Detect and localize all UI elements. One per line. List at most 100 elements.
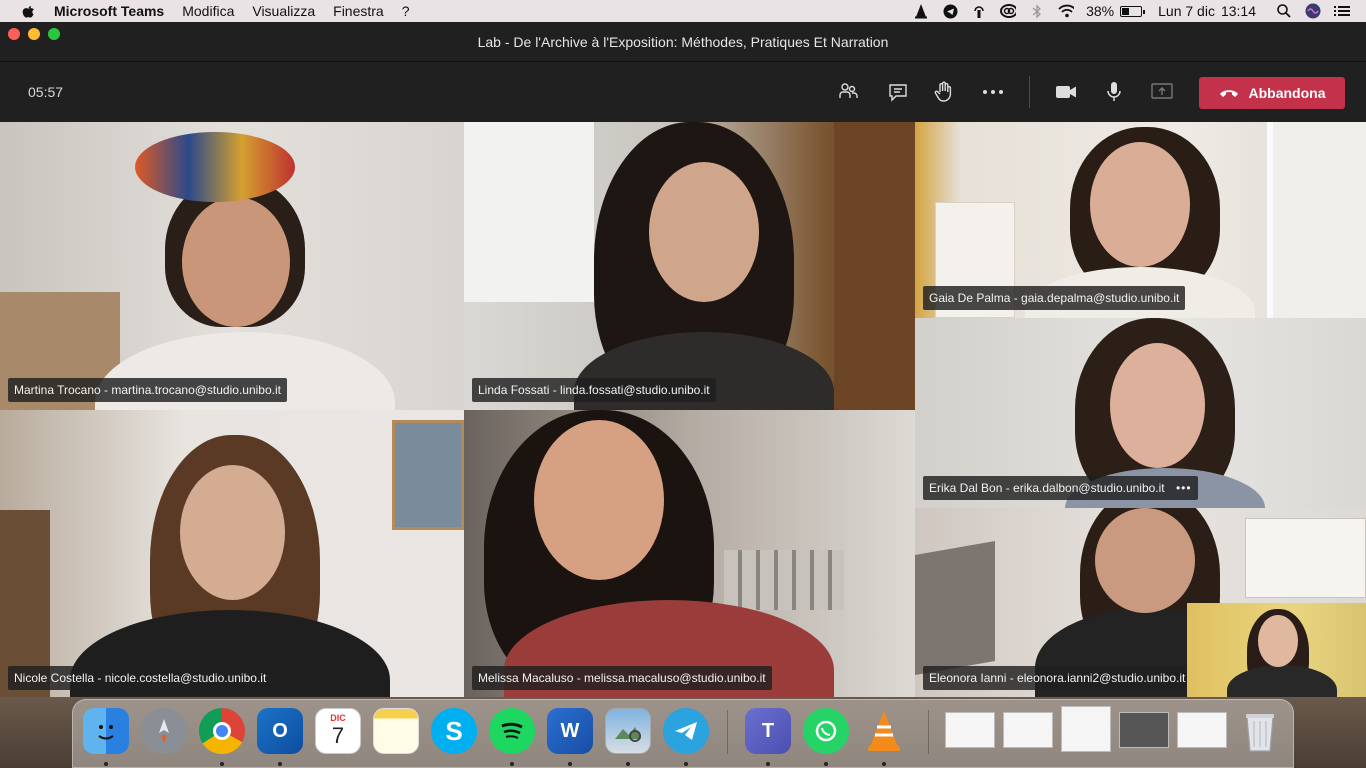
participant-more-icon[interactable]: •••	[1176, 481, 1192, 495]
creative-cloud-icon[interactable]	[1000, 3, 1017, 19]
running-indicator	[220, 762, 224, 766]
participant-name-label: Erika Dal Bon - erika.dalbon@studio.unib…	[923, 476, 1198, 500]
participant-name-label: Nicole Costella - nicole.costella@studio…	[8, 666, 273, 690]
minimized-teams-chat-window[interactable]	[1177, 712, 1227, 748]
dock-separator	[928, 710, 929, 754]
video-tile-gaia[interactable]: Gaia De Palma - gaia.depalma@studio.unib…	[915, 122, 1366, 318]
participant-face	[1090, 142, 1190, 267]
siri-icon[interactable]	[1305, 3, 1321, 19]
participant-name-label: Melissa Macaluso - melissa.macaluso@stud…	[472, 666, 772, 690]
menu-app-name[interactable]: Microsoft Teams	[54, 3, 164, 19]
calendar-month: DIC	[330, 713, 346, 723]
more-options-icon[interactable]	[981, 80, 1005, 104]
background-photos	[724, 550, 844, 610]
preview-icon[interactable]	[605, 708, 651, 754]
background-poster	[915, 540, 995, 676]
menu-visualizza[interactable]: Visualizza	[252, 3, 315, 19]
control-center-icon[interactable]	[1334, 3, 1350, 19]
menubar-date[interactable]: Lun 7 dic	[1158, 3, 1215, 19]
running-indicator	[104, 762, 108, 766]
self-view-video[interactable]	[1187, 603, 1366, 697]
minimize-window-button[interactable]	[28, 28, 40, 40]
toolbar-divider	[1029, 76, 1030, 108]
background-bookshelf	[834, 122, 915, 410]
chrome-icon[interactable]	[199, 708, 245, 754]
participant-name-label: Martina Trocano - martina.trocano@studio…	[8, 378, 287, 402]
video-tile-linda[interactable]: Linda Fossati - linda.fossati@studio.uni…	[464, 122, 915, 410]
launchpad-icon[interactable]	[141, 708, 187, 754]
microphone-icon[interactable]	[1102, 80, 1126, 104]
word-icon[interactable]: W	[547, 708, 593, 754]
apple-menu-icon[interactable]	[20, 3, 36, 19]
running-indicator	[278, 762, 282, 766]
running-indicator	[766, 762, 770, 766]
participant-face	[182, 197, 290, 327]
finder-icon[interactable]	[83, 708, 129, 754]
running-indicator	[824, 762, 828, 766]
status-area: 38% Lun 7 dic 13:14	[900, 0, 1366, 22]
participant-face	[649, 162, 759, 302]
close-window-button[interactable]	[8, 28, 20, 40]
running-indicator	[568, 762, 572, 766]
skype-icon[interactable]: S	[431, 708, 477, 754]
meeting-toolbar: 05:57 Abbandona	[0, 62, 1366, 122]
menubar-time[interactable]: 13:14	[1221, 3, 1256, 19]
minimized-outlook-window[interactable]	[945, 712, 995, 748]
vlc-icon[interactable]	[861, 708, 907, 754]
bluetooth-icon[interactable]	[1029, 3, 1045, 19]
zoom-window-button[interactable]	[48, 28, 60, 40]
minimized-teams-window[interactable]	[1119, 712, 1169, 748]
self-face	[1258, 615, 1298, 667]
menu-finestra[interactable]: Finestra	[333, 3, 384, 19]
menu-modifica[interactable]: Modifica	[182, 3, 234, 19]
battery-percent: 38%	[1086, 3, 1115, 19]
calendar-day: 7	[331, 723, 345, 748]
running-indicator	[626, 762, 630, 766]
video-tile-erika[interactable]: Erika Dal Bon - erika.dalbon@studio.unib…	[915, 318, 1366, 508]
chrome-center	[213, 722, 231, 740]
participant-face	[1095, 508, 1195, 613]
video-tile-nicole[interactable]: Nicole Costella - nicole.costella@studio…	[0, 410, 464, 697]
teams-icon[interactable]: T	[745, 708, 791, 754]
hang-up-icon	[1219, 90, 1238, 97]
minimized-document-window[interactable]	[1061, 706, 1111, 752]
camera-icon[interactable]	[1054, 80, 1078, 104]
raise-hand-icon[interactable]	[932, 80, 956, 104]
minimized-word-window[interactable]	[1003, 712, 1053, 748]
window-title: Lab - De l'Archive à l'Exposition: Métho…	[477, 34, 889, 50]
vlc-status-icon[interactable]	[913, 3, 929, 19]
vpn-status-icon[interactable]	[971, 3, 987, 19]
leave-meeting-button[interactable]: Abbandona	[1199, 77, 1345, 109]
whatsapp-icon[interactable]	[803, 708, 849, 754]
chat-icon[interactable]	[886, 80, 910, 104]
leave-button-label: Abbandona	[1248, 85, 1326, 101]
telegram-status-icon[interactable]	[942, 3, 958, 19]
video-tile-martina[interactable]: Martina Trocano - martina.trocano@studio…	[0, 122, 464, 410]
outlook-icon[interactable]: O	[257, 708, 303, 754]
background-painting	[392, 420, 464, 530]
telegram-icon[interactable]	[663, 708, 709, 754]
menu-help[interactable]: ?	[402, 3, 410, 19]
share-screen-icon[interactable]	[1150, 80, 1174, 104]
headscarf	[135, 132, 295, 202]
trash-icon[interactable]	[1237, 708, 1283, 754]
participant-name-label: Linda Fossati - linda.fossati@studio.uni…	[472, 378, 716, 402]
notes-icon[interactable]	[373, 708, 419, 754]
calendar-icon[interactable]: DIC 7	[315, 708, 361, 754]
participant-name-text: Erika Dal Bon - erika.dalbon@studio.unib…	[929, 481, 1165, 495]
spotify-icon[interactable]	[489, 708, 535, 754]
background-window	[464, 122, 594, 302]
running-indicator	[684, 762, 688, 766]
participants-icon[interactable]	[836, 80, 860, 104]
dock-separator	[727, 710, 728, 754]
macos-dock: O DIC 7 S W T	[72, 699, 1294, 768]
participant-name-label: Gaia De Palma - gaia.depalma@studio.unib…	[923, 286, 1186, 310]
video-tile-melissa[interactable]: Melissa Macaluso - melissa.macaluso@stud…	[464, 410, 915, 697]
background-frame	[1245, 518, 1366, 598]
battery-icon[interactable]	[1120, 5, 1146, 17]
meeting-timer: 05:57	[28, 84, 64, 100]
participant-face	[1110, 343, 1205, 468]
wifi-icon[interactable]	[1058, 3, 1075, 19]
running-indicator	[882, 762, 886, 766]
spotlight-search-icon[interactable]	[1276, 3, 1292, 19]
